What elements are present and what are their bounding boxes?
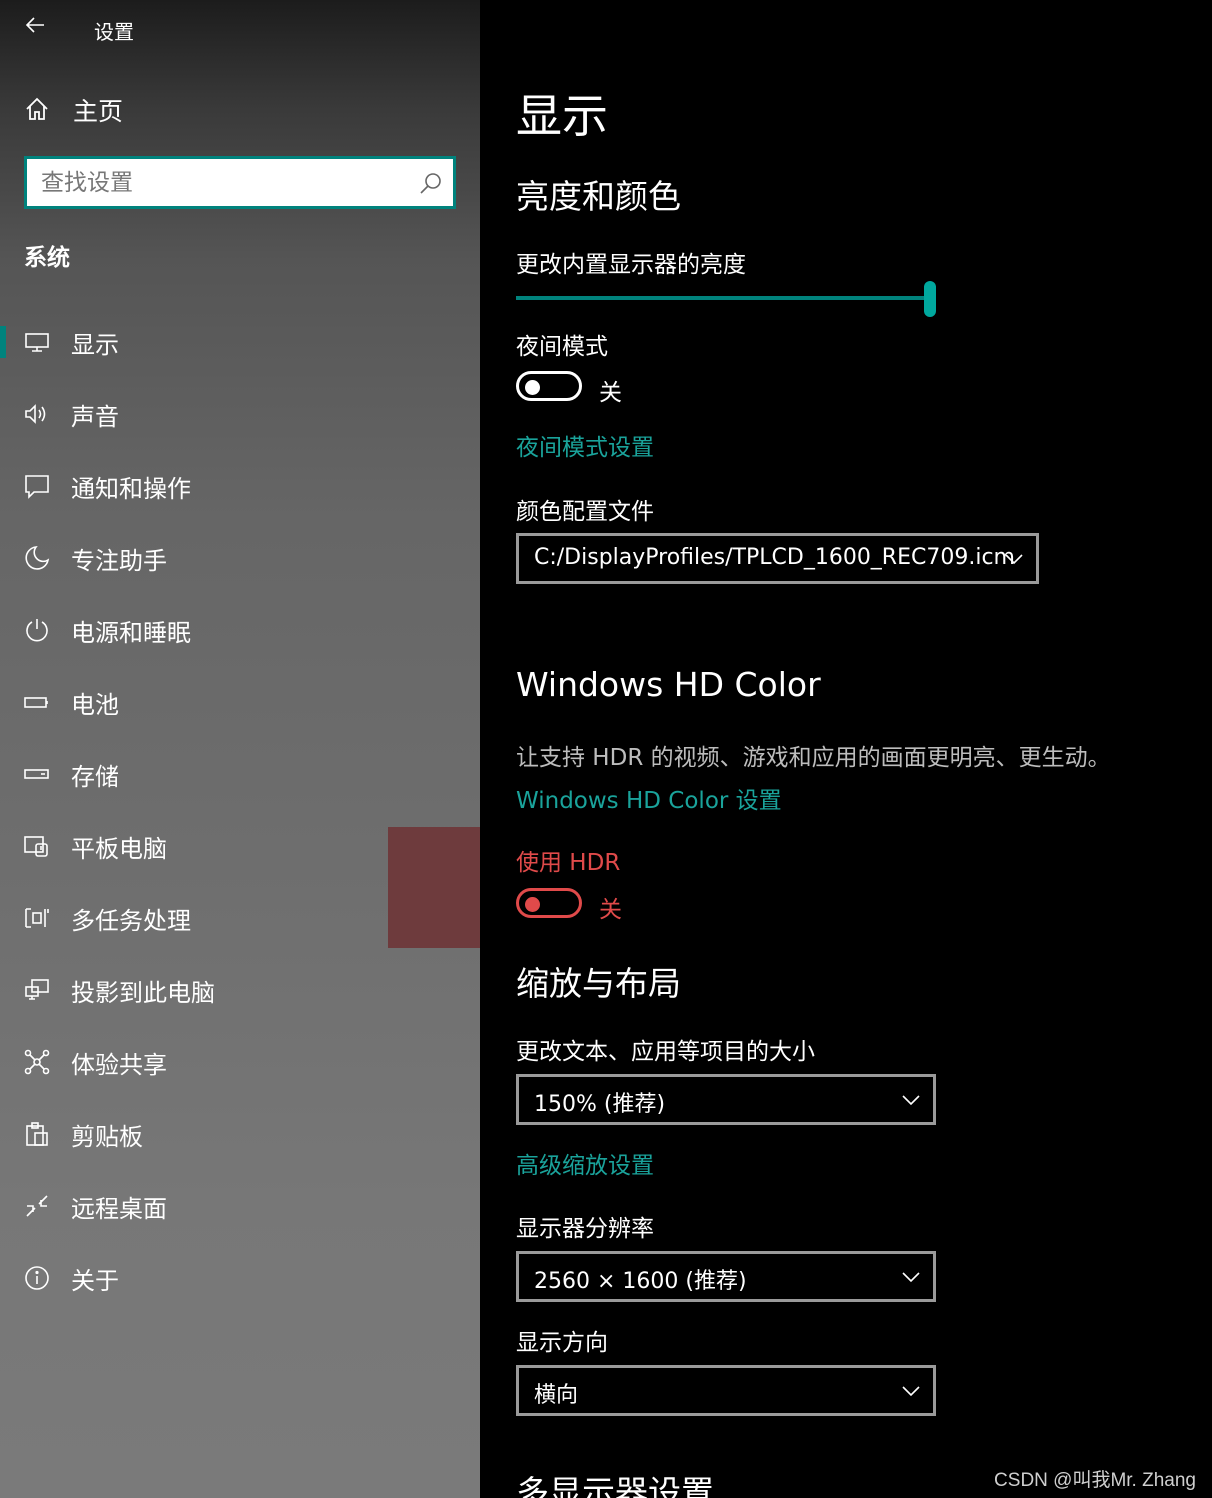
section-hd-color: Windows HD Color xyxy=(516,665,821,704)
toggle-knob xyxy=(525,897,540,912)
title-bar: 设置 xyxy=(0,0,480,56)
speaker-icon xyxy=(24,401,50,427)
sidebar-item-label: 通知和操作 xyxy=(71,475,191,503)
sidebar-item-home[interactable]: 主页 xyxy=(0,84,480,134)
chevron-down-icon xyxy=(902,1095,920,1106)
remote-desktop-icon xyxy=(24,1193,50,1219)
sidebar-item-project[interactable]: 投影到此电脑 xyxy=(0,954,480,1026)
battery-icon xyxy=(24,689,50,715)
chevron-down-icon xyxy=(902,1386,920,1397)
moon-icon xyxy=(24,545,50,571)
clipboard-icon xyxy=(24,1121,50,1147)
sidebar-item-shared-experiences[interactable]: 体验共享 xyxy=(0,1026,480,1098)
night-light-toggle[interactable] xyxy=(516,371,582,401)
slider-thumb[interactable] xyxy=(924,281,936,317)
app-title: 设置 xyxy=(94,20,134,44)
chevron-down-icon xyxy=(1005,554,1023,565)
brightness-slider[interactable] xyxy=(516,281,936,317)
hover-highlight xyxy=(388,827,480,948)
notification-icon xyxy=(24,473,50,499)
sidebar-item-label: 远程桌面 xyxy=(71,1195,167,1223)
resolution-dropdown[interactable]: 2560 × 1600 (推荐) xyxy=(516,1251,936,1302)
sidebar-item-label: 剪贴板 xyxy=(71,1123,143,1151)
sidebar: 设置 主页 系统 显示 声音 xyxy=(0,0,480,1498)
advanced-scaling-link[interactable]: 高级缩放设置 xyxy=(516,1146,654,1180)
multitasking-icon xyxy=(24,905,50,931)
sidebar-nav: 显示 声音 通知和操作 专注助手 电源和睡眠 电池 存储 平板电脑 多任务处理 … xyxy=(0,306,480,1314)
night-light-settings-link[interactable]: 夜间模式设置 xyxy=(516,428,654,462)
sidebar-item-label: 平板电脑 xyxy=(71,835,167,863)
dropdown-value: 150% (推荐) xyxy=(534,1092,666,1117)
section-brightness-color: 亮度和颜色 xyxy=(516,177,681,216)
watermark: CSDN @叫我Mr. Zhang xyxy=(994,1470,1196,1491)
sidebar-item-focus-assist[interactable]: 专注助手 xyxy=(0,522,480,594)
orientation-dropdown[interactable]: 横向 xyxy=(516,1365,936,1416)
monitor-icon xyxy=(24,329,50,355)
main-content: 显示 亮度和颜色 更改内置显示器的亮度 夜间模式 关 夜间模式设置 颜色配置文件… xyxy=(480,0,1212,1498)
sidebar-item-notifications[interactable]: 通知和操作 xyxy=(0,450,480,522)
chevron-down-icon xyxy=(902,1272,920,1283)
sidebar-item-label: 多任务处理 xyxy=(71,907,191,935)
hd-color-settings-link[interactable]: Windows HD Color 设置 xyxy=(516,781,782,815)
brightness-label: 更改内置显示器的亮度 xyxy=(516,252,746,278)
storage-icon xyxy=(24,761,50,787)
search-input[interactable] xyxy=(41,167,411,199)
sidebar-item-about[interactable]: 关于 xyxy=(0,1242,480,1314)
hdr-toggle[interactable] xyxy=(516,888,582,918)
sidebar-item-sound[interactable]: 声音 xyxy=(0,378,480,450)
sidebar-item-label: 电池 xyxy=(71,691,119,719)
sidebar-item-clipboard[interactable]: 剪贴板 xyxy=(0,1098,480,1170)
info-icon xyxy=(24,1265,50,1291)
night-light-label: 夜间模式 xyxy=(516,334,608,360)
dropdown-value: 2560 × 1600 (推荐) xyxy=(534,1269,747,1294)
color-profile-label: 颜色配置文件 xyxy=(516,499,654,525)
color-profile-dropdown[interactable]: C:/DisplayProfiles/TPLCD_1600_REC709.icm xyxy=(516,533,1039,584)
scale-dropdown[interactable]: 150% (推荐) xyxy=(516,1074,936,1125)
sidebar-item-label: 电源和睡眠 xyxy=(71,619,191,647)
section-label-system: 系统 xyxy=(24,245,70,271)
dropdown-value: C:/DisplayProfiles/TPLCD_1600_REC709.icm xyxy=(534,545,1015,570)
toggle-knob xyxy=(525,380,540,395)
power-icon xyxy=(24,617,50,643)
sidebar-item-home-label: 主页 xyxy=(73,97,124,126)
scale-label: 更改文本、应用等项目的大小 xyxy=(516,1039,815,1065)
sidebar-item-label: 关于 xyxy=(71,1267,119,1295)
sidebar-item-label: 声音 xyxy=(71,403,119,431)
tablet-icon xyxy=(24,833,50,859)
sidebar-item-label: 投影到此电脑 xyxy=(71,979,215,1007)
hd-color-description: 让支持 HDR 的视频、游戏和应用的画面更明亮、更生动。 xyxy=(516,745,1111,771)
orientation-label: 显示方向 xyxy=(516,1330,608,1356)
sidebar-item-display[interactable]: 显示 xyxy=(0,306,480,378)
sidebar-item-label: 存储 xyxy=(71,763,119,791)
sidebar-item-power-sleep[interactable]: 电源和睡眠 xyxy=(0,594,480,666)
resolution-label: 显示器分辨率 xyxy=(516,1216,654,1242)
night-light-state: 关 xyxy=(599,380,622,406)
sidebar-item-label: 体验共享 xyxy=(71,1051,167,1079)
shared-experience-icon xyxy=(24,1049,50,1075)
slider-track xyxy=(516,296,930,300)
project-icon xyxy=(24,977,50,1003)
sidebar-item-battery[interactable]: 电池 xyxy=(0,666,480,738)
search-box[interactable] xyxy=(24,156,456,209)
search-icon[interactable] xyxy=(419,171,443,195)
section-scale-layout: 缩放与布局 xyxy=(516,964,681,1003)
hdr-label: 使用 HDR xyxy=(516,850,621,876)
dropdown-value: 横向 xyxy=(534,1383,579,1408)
home-icon xyxy=(24,96,50,122)
back-arrow-icon xyxy=(25,17,44,33)
page-title: 显示 xyxy=(516,89,608,143)
sidebar-item-label: 专注助手 xyxy=(71,547,167,575)
back-button[interactable] xyxy=(18,8,54,44)
sidebar-item-label: 显示 xyxy=(71,331,119,359)
hdr-state: 关 xyxy=(599,897,622,923)
sidebar-item-remote-desktop[interactable]: 远程桌面 xyxy=(0,1170,480,1242)
sidebar-item-storage[interactable]: 存储 xyxy=(0,738,480,810)
section-multiple-displays: 多显示器设置 xyxy=(516,1473,714,1498)
